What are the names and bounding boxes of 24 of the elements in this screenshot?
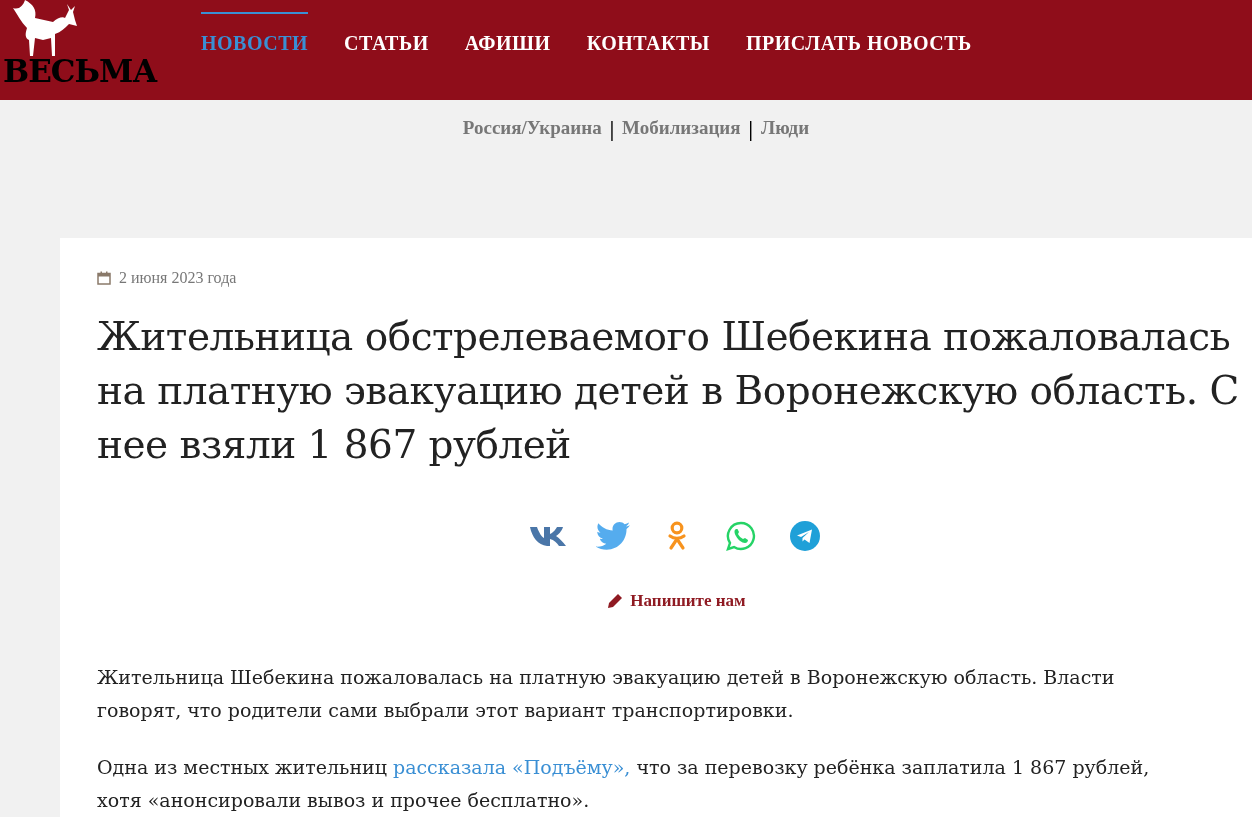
text-link[interactable]: рассказала «Подъёму», <box>393 755 631 778</box>
pencil-icon <box>608 593 623 608</box>
vk-icon[interactable] <box>530 525 568 547</box>
tag-link[interactable]: Люди <box>761 114 810 143</box>
nav-tab[interactable]: СТАТЬИ <box>344 12 429 92</box>
stick-figure-icon[interactable] <box>667 521 687 551</box>
separator: | <box>748 117 753 143</box>
article-title: Жительница обстрелеваемого Шебекина пожаловалась на платную эвакуацию детей в Воронежскую область. С нее взяли 1 867 рублей <box>97 313 1240 469</box>
nav-tab[interactable]: АФИШИ <box>464 12 551 92</box>
nav-tab[interactable]: КОНТАКТЫ <box>586 12 710 92</box>
paragraph: Жительница Шебекина пожаловалась на платную эвакуацию детей в Воронежскую область. Власти говорят, что родители сами выбрали этот вариант транспортировки. <box>97 664 1116 723</box>
tag-link[interactable]: Мобилизация <box>622 114 741 143</box>
logo-text[interactable]: ВЕСЬМА <box>3 56 157 86</box>
separator: | <box>609 117 615 143</box>
nav-tab[interactable]: ПРИСЛАТЬ НОВОСТЬ <box>746 12 972 92</box>
publish-date: 2 июня 2023 года <box>119 268 237 289</box>
paragraph: Одна из местных жительниц рассказала «Подъёму», что за перевозку ребёнка заплатила 1 867 рублей, хотя «анонсировали вывоз и прочее бесплатно». <box>97 754 1151 813</box>
nav-tab[interactable]: НОВОСТИ <box>201 12 309 92</box>
contact-link[interactable]: Напишите нам <box>608 588 746 614</box>
bird-icon[interactable] <box>596 522 630 550</box>
tag-link[interactable]: Россия/Украина <box>462 114 602 143</box>
calendar-icon <box>97 271 111 285</box>
paper-plane-icon[interactable] <box>790 521 820 551</box>
phone-bubble-icon[interactable] <box>726 521 756 551</box>
